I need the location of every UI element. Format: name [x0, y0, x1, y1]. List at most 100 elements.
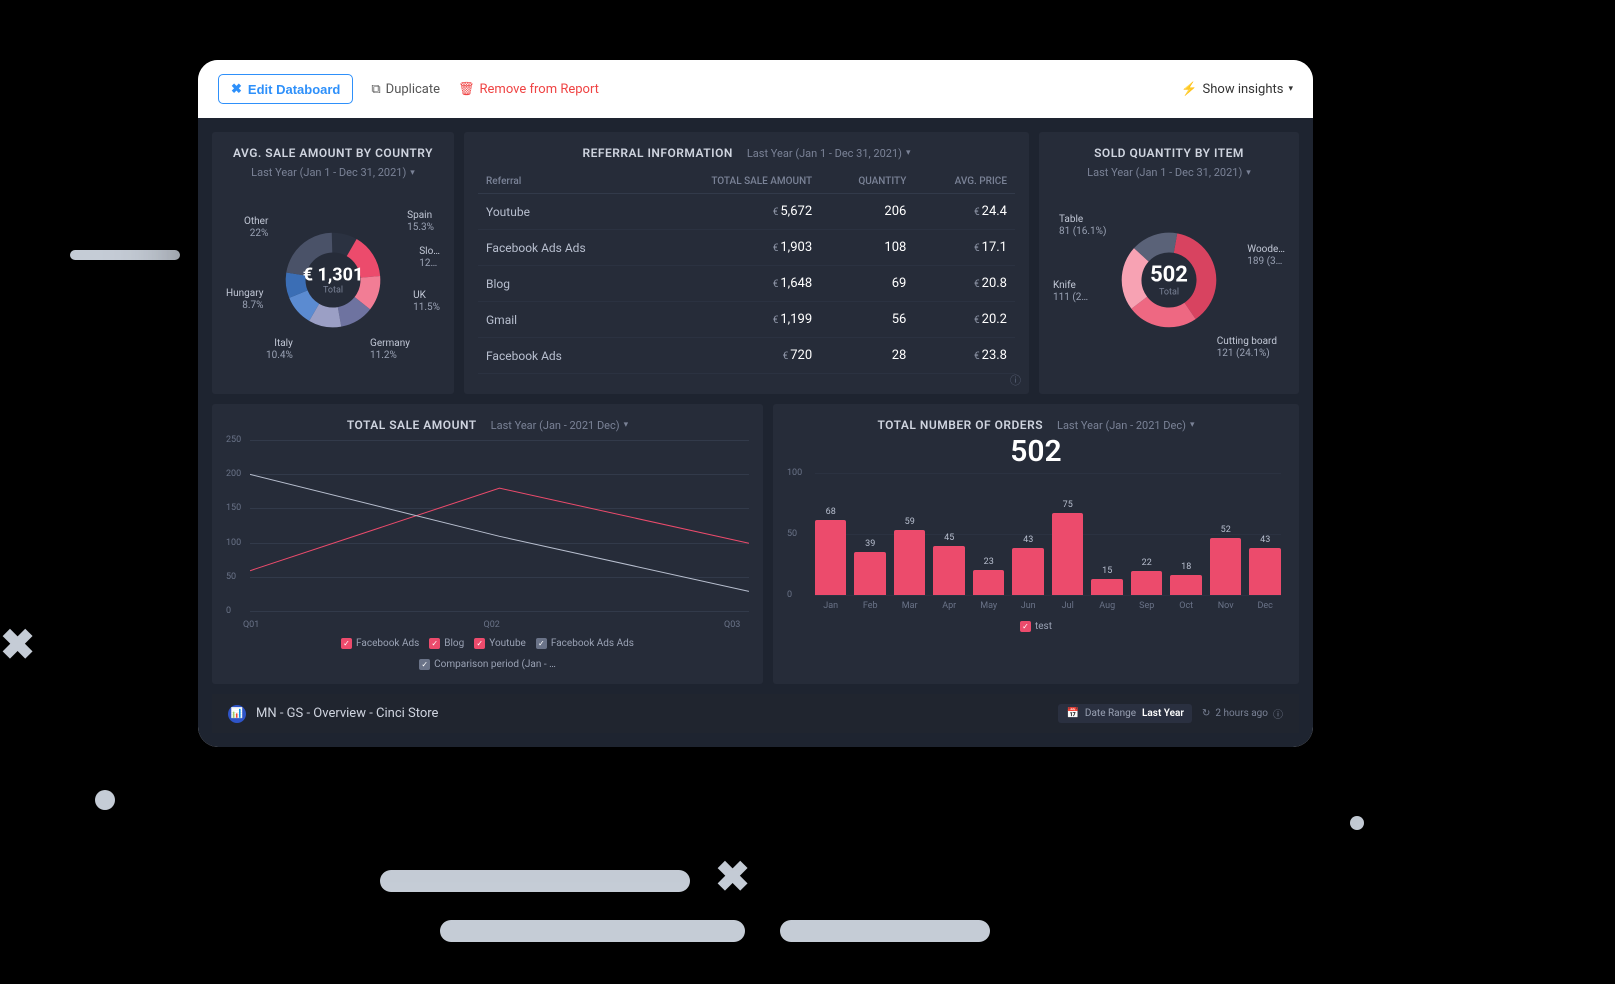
period-selector[interactable]: Last Year (Jan - 2021 Dec) ▾ [1057, 419, 1194, 432]
refresh-icon: ↻ [1202, 708, 1210, 719]
cell-total: €1,648 [648, 266, 820, 302]
col-quantity: QUANTITY [820, 170, 914, 194]
bar-value: 43 [1260, 535, 1270, 545]
bar [894, 530, 926, 595]
x-tick: Q02 [484, 620, 500, 630]
info-icon[interactable]: ⓘ [1010, 372, 1021, 388]
bar-label: May [980, 601, 997, 611]
date-range-selector[interactable]: 📅 Date Range Last Year [1058, 704, 1192, 723]
col-avg-price: AVG. PRICE [914, 170, 1015, 194]
bg-decoration: ✖ [715, 852, 750, 902]
cell-qty: 56 [820, 302, 914, 338]
donut-chart: 502 Total Table81 (16.1%) Woode…189 (3… … [1053, 180, 1285, 380]
bar [1249, 548, 1281, 595]
card-total-sale-amount[interactable]: TOTAL SALE AMOUNT Last Year (Jan - 2021 … [212, 404, 763, 684]
cell-avg: €20.2 [914, 302, 1015, 338]
checkbox-icon: ✓ [1020, 621, 1031, 632]
bg-decoration [380, 870, 690, 892]
duplicate-label: Duplicate [386, 82, 440, 97]
show-insights-button[interactable]: ⚡ Show insights ▾ [1181, 82, 1293, 97]
y-tick: 200 [226, 469, 241, 479]
app-window: ✖ Edit Databoard ⧉ Duplicate 🗑 Remove fr… [198, 60, 1313, 747]
cell-qty: 69 [820, 266, 914, 302]
pulse-icon: ⚡ [1181, 82, 1197, 97]
card-sold-quantity-by-item[interactable]: SOLD QUANTITY BY ITEM Last Year (Jan 1 -… [1039, 132, 1299, 394]
table-row[interactable]: Gmail€1,19956€20.2 [478, 302, 1015, 338]
card-total-number-of-orders[interactable]: TOTAL NUMBER OF ORDERS Last Year (Jan - … [773, 404, 1299, 684]
cell-name: Facebook Ads [478, 338, 648, 374]
legend: ✓test [787, 621, 1285, 632]
bar-label: Jul [1062, 601, 1074, 611]
table-row[interactable]: Blog€1,64869€20.8 [478, 266, 1015, 302]
dashboard-footer: 📊 MN - GS - Overview - Cinci Store 📅 Dat… [212, 694, 1299, 733]
bar-column: 68Jan [815, 507, 847, 595]
card-title: TOTAL NUMBER OF ORDERS [877, 418, 1043, 432]
card-title: TOTAL SALE AMOUNT [347, 418, 477, 432]
legend-item[interactable]: ✓Comparison period (Jan - … [226, 659, 749, 670]
bar-column: 39Feb [854, 539, 886, 595]
table-row[interactable]: Youtube€5,672206€24.4 [478, 194, 1015, 230]
period-selector[interactable]: Last Year (Jan 1 - Dec 31, 2021) ▾ [226, 166, 440, 179]
cell-name: Facebook Ads Ads [478, 230, 648, 266]
legend-item[interactable]: ✓Blog [429, 638, 464, 649]
period-selector[interactable]: Last Year (Jan 1 - Dec 31, 2021) ▾ [1053, 166, 1285, 179]
period-selector[interactable]: Last Year (Jan 1 - Dec 31, 2021) ▾ [747, 147, 911, 160]
bar-label: Mar [902, 601, 918, 611]
row-1: AVG. SALE AMOUNT BY COUNTRY Last Year (J… [212, 132, 1299, 394]
bar-value: 75 [1063, 500, 1073, 510]
line-chart: 050100150200250Q01Q02Q03 [226, 440, 749, 630]
chevron-down-icon: ▾ [1190, 420, 1195, 430]
bar-column: 43Jun [1012, 535, 1044, 595]
period-label: Last Year (Jan 1 - Dec 31, 2021) [747, 147, 902, 160]
card-title: AVG. SALE AMOUNT BY COUNTRY [233, 146, 433, 160]
bg-decoration [780, 920, 990, 942]
cell-total: €720 [648, 338, 820, 374]
cell-name: Blog [478, 266, 648, 302]
card-referral-information[interactable]: REFERRAL INFORMATION Last Year (Jan 1 - … [464, 132, 1029, 394]
bar-column: 75Jul [1052, 500, 1084, 596]
legend: ✓Facebook Ads ✓Blog ✓Youtube ✓Facebook A… [226, 638, 749, 670]
toolbar: ✖ Edit Databoard ⧉ Duplicate 🗑 Remove fr… [198, 60, 1313, 118]
info-icon[interactable]: ⓘ [1273, 706, 1283, 721]
period-label: Last Year (Jan - 2021 Dec) [1057, 419, 1186, 432]
bar [973, 570, 1005, 595]
bar [933, 546, 965, 596]
cell-avg: €24.4 [914, 194, 1015, 230]
donut-total-value: € 1,301 [303, 265, 364, 286]
checkbox-icon: ✓ [341, 638, 352, 649]
y-tick: 0 [226, 606, 231, 616]
legend-item[interactable]: ✓Facebook Ads Ads [536, 638, 634, 649]
gridline [815, 473, 1281, 474]
y-tick: 150 [226, 503, 241, 513]
chevron-down-icon: ▾ [624, 420, 629, 430]
y-tick: 50 [787, 529, 797, 539]
duplicate-button[interactable]: ⧉ Duplicate [371, 82, 440, 97]
legend-item[interactable]: ✓test [1020, 621, 1052, 632]
remove-from-report-button[interactable]: 🗑 Remove from Report [458, 82, 599, 97]
col-total: TOTAL SALE AMOUNT [648, 170, 820, 194]
bar-column: 22Sep [1131, 558, 1163, 595]
bar [1131, 571, 1163, 595]
cell-name: Youtube [478, 194, 648, 230]
legend-item[interactable]: ✓Youtube [474, 638, 526, 649]
bar-value: 45 [944, 533, 954, 543]
period-selector[interactable]: Last Year (Jan - 2021 Dec) ▾ [491, 419, 628, 432]
donut-total-value: 502 [1150, 263, 1188, 288]
bar-label: Jun [1021, 601, 1036, 611]
donut-chart: € 1,301 Total Spain15.3% Slo…12… UK11.5%… [226, 180, 440, 380]
cell-qty: 28 [820, 338, 914, 374]
cell-total: €5,672 [648, 194, 820, 230]
table-row[interactable]: Facebook Ads Ads€1,903108€17.1 [478, 230, 1015, 266]
edit-databoard-button[interactable]: ✖ Edit Databoard [218, 74, 353, 104]
bar-value: 39 [865, 539, 875, 549]
checkbox-icon: ✓ [474, 638, 485, 649]
legend-item[interactable]: ✓Facebook Ads [341, 638, 419, 649]
table-row[interactable]: Facebook Ads€72028€23.8 [478, 338, 1015, 374]
bar-column: 43Dec [1249, 535, 1281, 595]
col-referral: Referral [478, 170, 648, 194]
bar-chart: 05010068Jan39Feb59Mar45Apr23May43Jun75Ju… [787, 473, 1285, 613]
cell-total: €1,903 [648, 230, 820, 266]
card-avg-sale-by-country[interactable]: AVG. SALE AMOUNT BY COUNTRY Last Year (J… [212, 132, 454, 394]
last-updated: ↻ 2 hours ago ⓘ [1202, 706, 1283, 721]
period-label: Last Year (Jan - 2021 Dec) [491, 419, 620, 432]
